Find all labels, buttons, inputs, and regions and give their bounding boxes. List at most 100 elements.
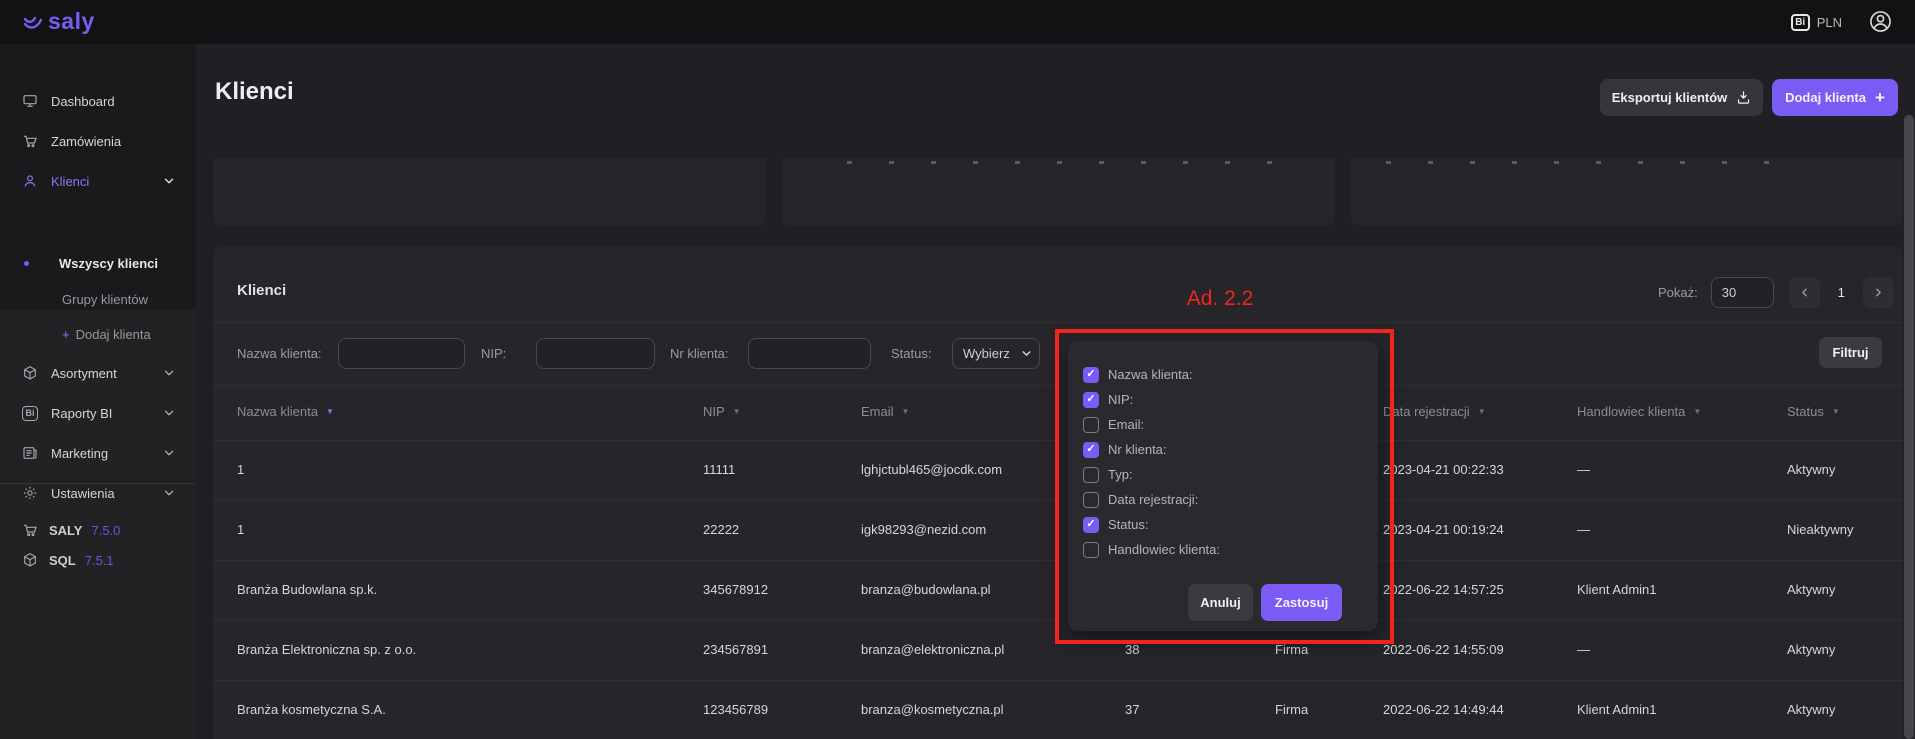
chevron-down-icon: [162, 406, 176, 420]
sidebar-item-add-client[interactable]: + Dodaj klienta: [0, 319, 196, 349]
sidebar-item-label: Asortyment: [51, 366, 117, 381]
gear-icon: [22, 485, 38, 501]
filter-client-no-input[interactable]: [748, 338, 871, 369]
app-logo[interactable]: saly: [22, 8, 95, 35]
sidebar-item-label: Zamówienia: [51, 134, 121, 149]
status-value: Aktywny: [1787, 582, 1835, 597]
status-value: Nieaktywny: [1787, 522, 1853, 537]
annotation-label: Ad. 2.2: [1150, 287, 1290, 311]
sidebar-item-label: Raporty BI: [51, 406, 112, 421]
table-header-status[interactable]: Status▼: [1787, 404, 1840, 419]
app-name: SALY: [49, 523, 82, 538]
sort-icon[interactable]: ▼: [902, 407, 910, 416]
filter-client-no-label: Nr klienta:: [670, 346, 729, 361]
bi-reports-icon: Bi: [22, 405, 38, 421]
page-size-input[interactable]: 30: [1711, 277, 1774, 308]
user-circle-icon: [1868, 9, 1893, 34]
filter-button[interactable]: Filtruj: [1819, 337, 1882, 368]
sidebar-subitem-label: Grupy klientów: [62, 292, 148, 307]
export-clients-button[interactable]: Eksportuj klientów: [1600, 79, 1763, 116]
currency-code: PLN: [1817, 15, 1842, 30]
sort-icon[interactable]: ▼: [1832, 407, 1840, 416]
sort-icon[interactable]: ▼: [326, 407, 334, 416]
sidebar-item-assortment[interactable]: Asortyment: [0, 356, 196, 390]
show-label: Pokaż:: [1658, 285, 1698, 300]
logo-text: saly: [48, 8, 95, 35]
chevron-down-icon: [162, 366, 176, 380]
summary-card-1: [213, 158, 766, 226]
account-menu[interactable]: [1868, 9, 1893, 34]
sidebar-item-label: Klienci: [51, 174, 89, 189]
sidebar-item-label: Marketing: [51, 446, 108, 461]
add-client-label: Dodaj klienta: [1785, 90, 1866, 105]
next-page-button[interactable]: [1863, 277, 1894, 308]
topbar: saly Bi PLN: [0, 0, 1915, 44]
currency-selector[interactable]: Bi PLN: [1791, 0, 1842, 44]
chart-axis-fragment: [1386, 161, 1776, 164]
sidebar-item-all-clients[interactable]: Wszyscy klienci: [0, 248, 196, 278]
bi-currency-icon: Bi: [1791, 14, 1810, 31]
filter-name-input[interactable]: [338, 338, 465, 369]
chevron-down-icon: [1020, 347, 1033, 360]
sidebar-item-settings[interactable]: Ustawienia: [0, 476, 196, 510]
add-client-button[interactable]: Dodaj klienta +: [1772, 79, 1898, 116]
status-value: Aktywny: [1787, 642, 1835, 657]
filter-status-label: Status:: [891, 346, 931, 361]
prev-page-button[interactable]: [1789, 277, 1820, 308]
status-select-value: Wybierz: [963, 346, 1010, 361]
filter-nip-input[interactable]: [536, 338, 655, 369]
sidebar-item-label: Ustawienia: [51, 486, 115, 501]
annotation-highlight-box: [1055, 329, 1394, 644]
app-version: 7.5.0: [91, 523, 120, 538]
vertical-scrollbar[interactable]: [1904, 115, 1914, 739]
chart-axis-fragment: [847, 161, 1277, 164]
app-window: saly Bi PLN Dashboard: [0, 0, 1915, 739]
active-dot-icon: [24, 261, 29, 266]
monitor-icon: [22, 93, 38, 109]
cart-icon: [22, 522, 38, 538]
plus-icon: +: [62, 327, 70, 342]
summary-card-2: [782, 158, 1335, 226]
sort-icon[interactable]: ▼: [733, 407, 741, 416]
person-icon: [22, 173, 38, 189]
cube-icon: [22, 552, 38, 568]
table-header-registered[interactable]: Data rejestracji▼: [1383, 404, 1486, 419]
panel-title: Klienci: [237, 282, 286, 299]
newspaper-icon: [22, 445, 38, 461]
sort-icon[interactable]: ▼: [1478, 407, 1486, 416]
pagination: Pokaż: 30 1: [1658, 276, 1894, 308]
download-icon: [1736, 90, 1751, 105]
sidebar-item-dashboard[interactable]: Dashboard: [0, 84, 196, 118]
hanger-logo-icon: [22, 11, 44, 33]
plus-icon: +: [1875, 88, 1885, 108]
sql-version: 7.5.1: [85, 553, 114, 568]
sidebar-item-label: Dashboard: [51, 94, 115, 109]
table-row[interactable]: Branża kosmetyczna S.A. 123456789 branza…: [213, 680, 1903, 739]
table-header-nip[interactable]: NIP▼: [703, 404, 741, 419]
sidebar-item-orders[interactable]: Zamówienia: [0, 124, 196, 158]
sidebar-item-clients[interactable]: Klienci: [0, 164, 196, 198]
sidebar-item-marketing[interactable]: Marketing: [0, 436, 196, 470]
table-header-name[interactable]: Nazwa klienta▼: [237, 404, 334, 419]
page-title: Klienci: [215, 78, 294, 106]
app-version-row: SALY 7.5.0: [0, 515, 196, 545]
table-header-email[interactable]: Email▼: [861, 404, 909, 419]
filter-nip-label: NIP:: [481, 346, 506, 361]
sidebar-item-reports-bi[interactable]: Bi Raporty BI: [0, 396, 196, 430]
filter-name-label: Nazwa klienta:: [237, 346, 322, 361]
sidebar-subitem-label: Dodaj klienta: [76, 327, 151, 342]
sql-name: SQL: [49, 553, 76, 568]
export-clients-label: Eksportuj klientów: [1612, 90, 1728, 105]
chevron-down-icon: [162, 446, 176, 460]
chevron-down-icon: [162, 174, 176, 188]
divider: [213, 322, 1903, 323]
sidebar: Dashboard Zamówienia Klienci Wszy: [0, 44, 196, 739]
sort-icon[interactable]: ▼: [1693, 407, 1701, 416]
status-value: Aktywny: [1787, 462, 1835, 477]
sql-version-row: SQL 7.5.1: [0, 545, 196, 575]
table-header-salesman[interactable]: Handlowiec klienta▼: [1577, 404, 1701, 419]
cube-icon: [22, 365, 38, 381]
sidebar-item-client-groups[interactable]: Grupy klientów: [0, 284, 196, 314]
sidebar-divider: [0, 483, 196, 484]
status-select[interactable]: Wybierz: [952, 338, 1040, 369]
